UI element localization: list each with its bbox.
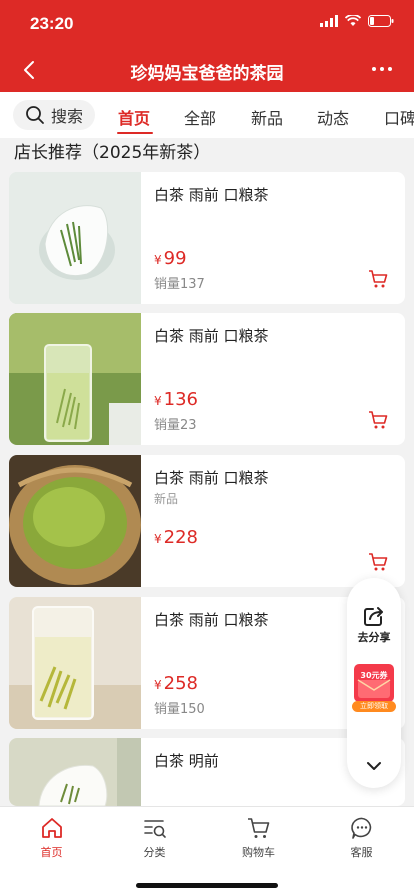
product-image[interactable]	[9, 455, 141, 587]
section-title: 店长推荐（2025年新茶）	[14, 143, 211, 163]
nav-customer-service[interactable]: 客服	[310, 807, 413, 867]
shopping-cart-icon	[248, 818, 270, 838]
status-bar: 23:20	[0, 0, 414, 48]
wifi-icon	[345, 15, 361, 26]
nav-label: 首页	[40, 846, 63, 859]
product-image[interactable]	[9, 313, 141, 445]
nav-category[interactable]: 分类	[103, 807, 206, 867]
tab-bar: 搜索 首页 全部 新品 动态 口碑	[0, 92, 414, 138]
product-sales: 销量150	[154, 702, 205, 717]
product-name: 白茶 雨前 口粮茶	[154, 611, 269, 629]
tab-all[interactable]: 全部	[184, 105, 216, 129]
nav-cart[interactable]: 购物车	[207, 807, 310, 867]
coupon-button[interactable]: 30元券 立即领取	[352, 664, 396, 716]
cart-icon[interactable]	[367, 409, 389, 431]
coupon-amount: 30元券	[360, 671, 388, 680]
share-button[interactable]: 去分享	[347, 629, 401, 645]
nav-label: 客服	[350, 846, 373, 859]
tab-home[interactable]: 首页	[118, 105, 150, 129]
home-indicator	[136, 883, 278, 888]
product-price: ¥99	[154, 248, 187, 269]
product-tag: 新品	[154, 492, 179, 506]
product-price: ¥136	[154, 389, 198, 410]
product-sales: 销量137	[154, 277, 205, 292]
category-icon	[144, 820, 166, 838]
active-tab-indicator	[117, 132, 153, 134]
product-card[interactable]: 白茶 雨前 口粮茶 ¥136 销量23	[9, 313, 405, 445]
home-icon	[42, 818, 62, 838]
search-label: 搜索	[51, 107, 84, 126]
product-name: 白茶 雨前 口粮茶	[154, 327, 269, 345]
nav-label: 购物车	[242, 846, 275, 859]
product-card[interactable]: 白茶 雨前 口粮茶 新品 ¥228	[9, 455, 405, 587]
coupon-claim-label: 立即领取	[352, 701, 396, 712]
product-price: ¥258	[154, 673, 198, 694]
product-price: ¥228	[154, 527, 198, 548]
product-name: 白茶 雨前 口粮茶	[154, 469, 269, 487]
floating-panel: 去分享 30元券 立即领取	[347, 578, 401, 788]
signal-icon	[320, 15, 338, 27]
page-title: 珍妈妈宝爸爸的茶园	[130, 64, 284, 84]
share-icon[interactable]	[362, 604, 386, 628]
battery-icon	[368, 15, 394, 27]
product-image[interactable]	[9, 597, 141, 729]
customer-service-icon	[351, 817, 372, 839]
more-icon[interactable]	[372, 67, 392, 71]
product-card[interactable]: 白茶 雨前 口粮茶 ¥99 销量137	[9, 172, 405, 304]
cart-icon[interactable]	[367, 551, 389, 573]
nav-label: 分类	[143, 846, 166, 859]
status-icons	[320, 15, 394, 27]
product-card[interactable]: 白茶 明前	[9, 738, 405, 806]
product-image[interactable]	[9, 172, 141, 304]
product-name: 白茶 明前	[154, 752, 219, 770]
tab-updates[interactable]: 动态	[317, 105, 349, 129]
header: 珍妈妈宝爸爸的茶园	[0, 48, 414, 92]
product-sales: 销量23	[154, 418, 197, 433]
chevron-down-icon[interactable]	[364, 756, 384, 776]
status-time: 23:20	[30, 14, 74, 33]
product-name: 白茶 雨前 口粮茶	[154, 186, 269, 204]
product-card[interactable]: 白茶 雨前 口粮茶 ¥258 销量150	[9, 597, 405, 729]
tab-reviews[interactable]: 口碑	[384, 105, 414, 129]
tab-new[interactable]: 新品	[251, 105, 283, 129]
search-button[interactable]: 搜索	[13, 100, 95, 130]
product-image[interactable]	[9, 738, 141, 806]
search-icon	[26, 106, 44, 124]
cart-icon[interactable]	[367, 268, 389, 290]
nav-home[interactable]: 首页	[0, 807, 103, 867]
